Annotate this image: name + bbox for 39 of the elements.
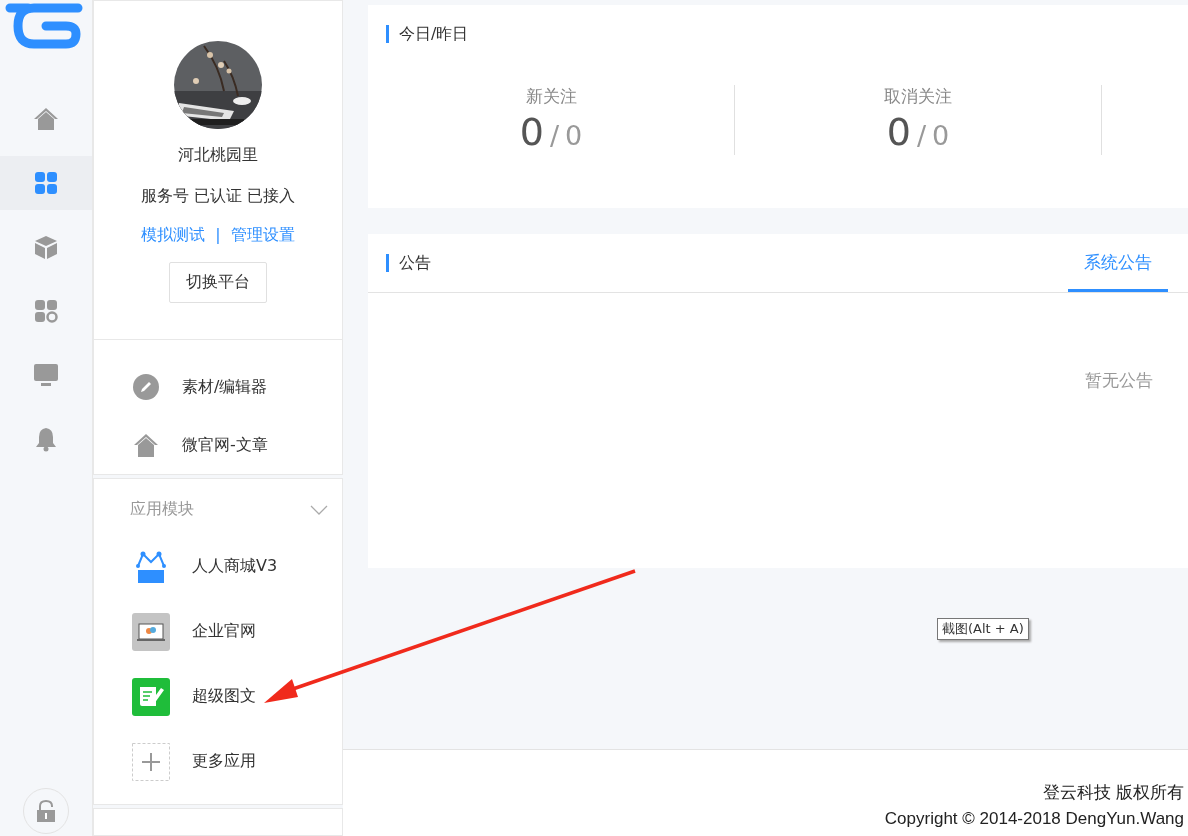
rail-tab[interactable] [0, 156, 92, 210]
stat-label: 取消关注 [884, 85, 952, 108]
home-icon [132, 431, 160, 459]
app-item[interactable]: 企业官网 [94, 599, 342, 664]
apps-gear-icon [32, 297, 60, 325]
app-item[interactable]: 人人商城V3 [94, 534, 342, 599]
grid-icon [32, 169, 60, 197]
logo-icon [4, 2, 84, 52]
cube-icon [32, 233, 60, 261]
note-edit-icon [132, 677, 170, 716]
footer-text: Copyright © 2014-2018 DengYun.Wang [884, 808, 1184, 830]
lock-icon [35, 799, 57, 823]
stat-value: 0 [886, 110, 911, 154]
pencil-icon [132, 373, 160, 401]
app-item[interactable]: 超级图文 [94, 664, 342, 729]
link-separator: | [215, 225, 221, 246]
empty-message: 暂无公告 [1085, 369, 1153, 392]
stat-value: 0 [565, 120, 583, 151]
section-title: 应用模块 [130, 499, 194, 520]
footer-text: 登云科技 版权所有 [1043, 782, 1184, 804]
switch-platform-button[interactable]: 切换平台 [169, 262, 267, 303]
stat-label: 新关注 [525, 85, 577, 108]
laptop-icon [132, 612, 170, 651]
stat-separator: / [916, 120, 927, 151]
menu-item[interactable]: 素材/编辑器 [94, 358, 342, 416]
stat-value: 0 [932, 120, 950, 151]
stat-value: 0 [519, 110, 544, 154]
app-item[interactable]: 更多应用 [94, 729, 342, 794]
monitor-icon [32, 361, 60, 389]
home-icon [32, 105, 60, 133]
chevron-down-icon[interactable] [310, 504, 328, 515]
plus-icon [132, 742, 170, 781]
panel-title: 今日/昨日 [386, 25, 1188, 43]
menu-item[interactable]: 微官网-文章 [94, 416, 342, 474]
tooltip: 截图(Alt + A) [937, 618, 1029, 640]
panel-title: 公告 [386, 254, 431, 272]
account-name: 河北桃园里 [178, 145, 258, 166]
account-status: 服务号 已认证 已接入 [140, 186, 296, 207]
stat-separator: / [549, 120, 560, 151]
